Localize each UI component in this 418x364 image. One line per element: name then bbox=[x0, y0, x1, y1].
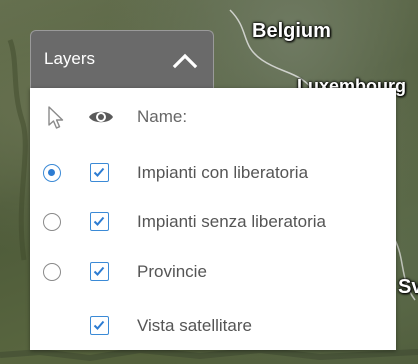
cursor-icon bbox=[46, 105, 66, 131]
map-label-belgium: Belgium bbox=[252, 20, 331, 42]
layers-title: Layers bbox=[44, 49, 96, 68]
layers-panel-header[interactable]: Layers bbox=[30, 30, 214, 88]
radio-selected-dot bbox=[48, 169, 55, 176]
layer-row: Impianti con liberatoria bbox=[30, 152, 396, 192]
layer-radio[interactable] bbox=[43, 263, 61, 281]
layers-panel-column-header: Name: bbox=[30, 88, 396, 146]
layer-row: Vista satellitare bbox=[30, 305, 396, 345]
eye-icon bbox=[88, 108, 114, 126]
layer-row: Impianti senza liberatoria bbox=[30, 201, 396, 241]
chevron-up-icon[interactable] bbox=[171, 49, 199, 71]
map-label-partial: Sv bbox=[398, 276, 418, 298]
layer-name: Impianti senza liberatoria bbox=[137, 212, 326, 231]
layer-visibility-checkbox[interactable] bbox=[90, 212, 109, 231]
layer-row: Provincie bbox=[30, 251, 396, 291]
layer-name: Provincie bbox=[137, 262, 207, 281]
layer-visibility-checkbox[interactable] bbox=[90, 262, 109, 281]
layer-visibility-checkbox[interactable] bbox=[90, 163, 109, 182]
layer-name: Vista satellitare bbox=[137, 316, 252, 335]
layer-name: Impianti con liberatoria bbox=[137, 163, 309, 182]
name-column-header: Name: bbox=[137, 107, 188, 126]
layers-panel: Name: Impianti con liberatoria Impianti … bbox=[30, 88, 396, 350]
layer-radio[interactable] bbox=[43, 164, 61, 182]
layer-visibility-checkbox[interactable] bbox=[90, 316, 109, 335]
layer-radio[interactable] bbox=[43, 213, 61, 231]
